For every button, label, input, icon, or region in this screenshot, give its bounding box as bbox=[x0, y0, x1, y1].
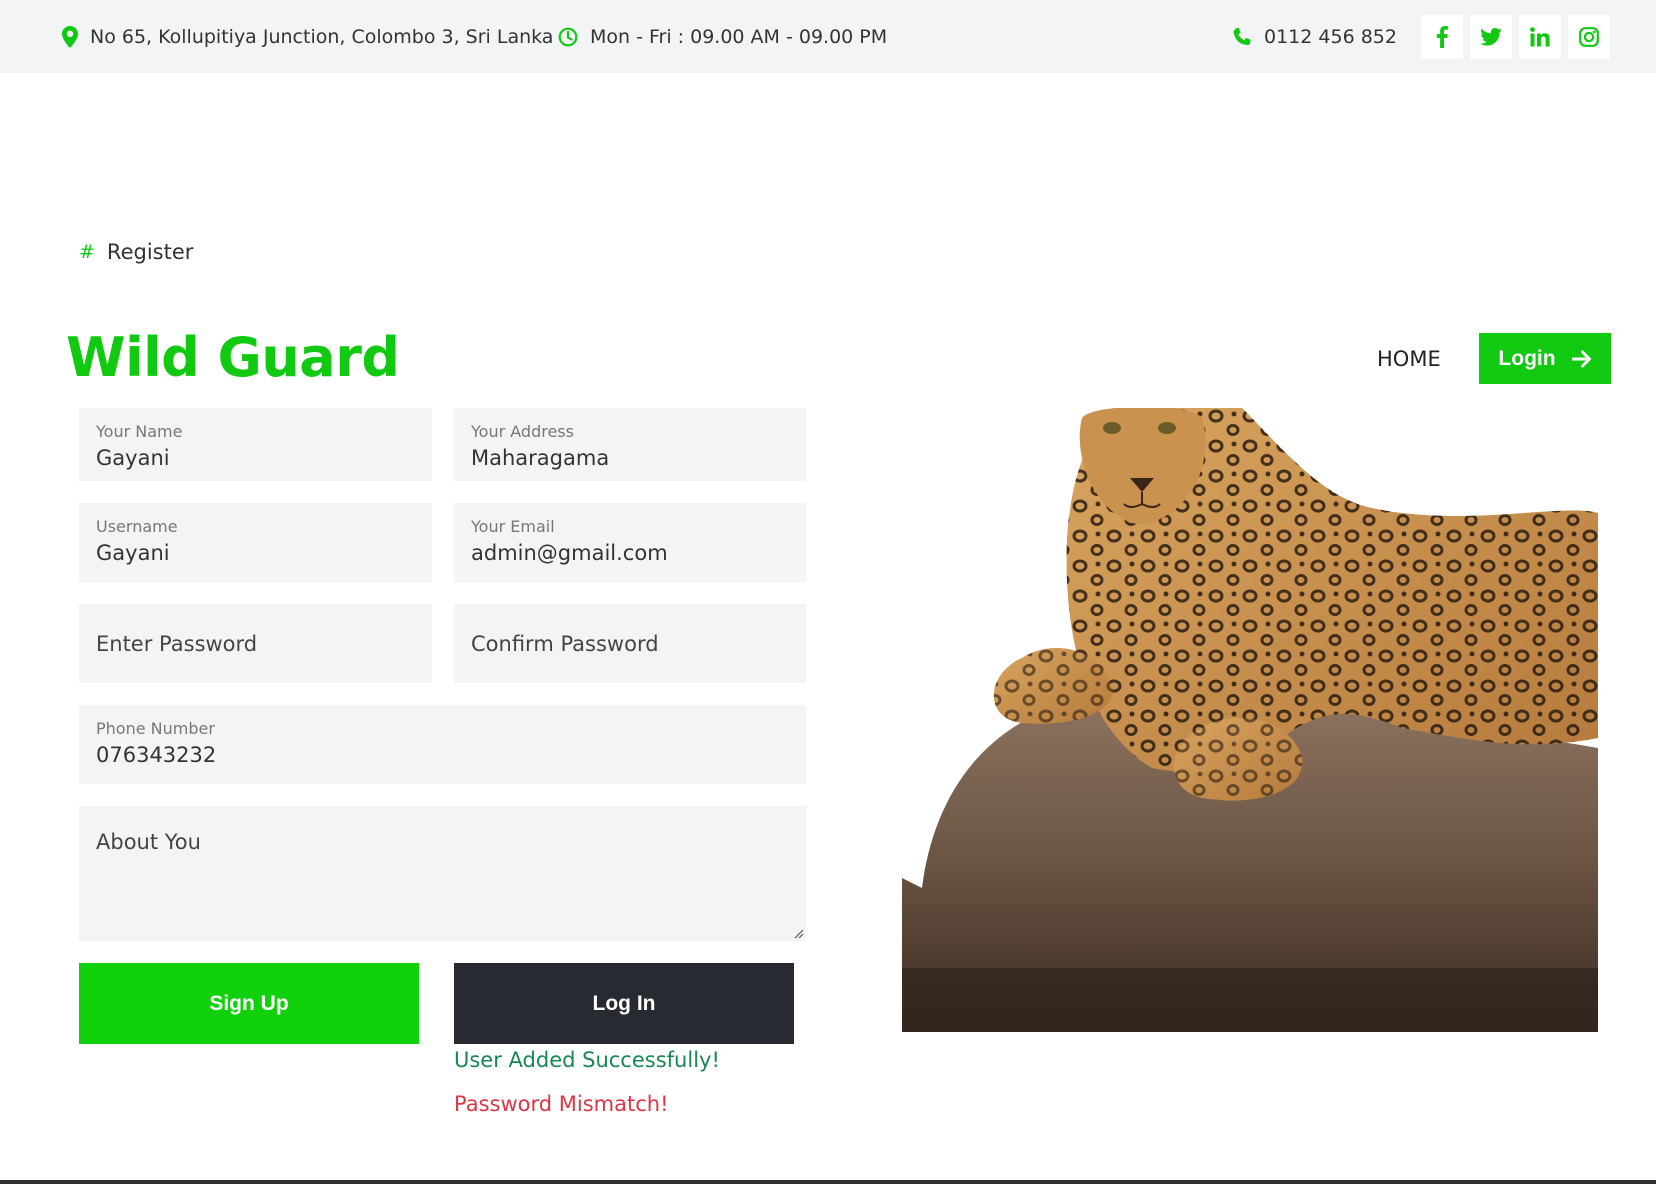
instagram-link[interactable] bbox=[1568, 15, 1610, 59]
phone-text: 0112 456 852 bbox=[1264, 25, 1397, 48]
brand-logo[interactable]: Wild Guard bbox=[66, 326, 400, 389]
breadcrumb-hash: # bbox=[79, 241, 95, 263]
instagram-icon bbox=[1579, 27, 1599, 47]
phone-number-value: 076343232 bbox=[96, 743, 217, 767]
error-message: Password Mismatch! bbox=[454, 1092, 669, 1116]
resize-grip-icon[interactable] bbox=[792, 927, 804, 939]
email-field[interactable]: Your Email admin@gmail.com bbox=[454, 503, 806, 582]
hours-info: Mon - Fri : 09.00 AM - 09.00 PM bbox=[558, 0, 887, 73]
username-label: Username bbox=[96, 517, 178, 536]
log-in-button[interactable]: Log In bbox=[454, 963, 794, 1044]
confirm-password-field[interactable]: Confirm Password bbox=[454, 604, 806, 683]
arrow-right-icon bbox=[1571, 350, 1591, 367]
address-field[interactable]: Your Address Maharagama bbox=[454, 408, 806, 481]
phone-number-label: Phone Number bbox=[96, 719, 215, 738]
address-info: No 65, Kollupitiya Junction, Colombo 3, … bbox=[62, 0, 553, 73]
facebook-icon bbox=[1436, 26, 1448, 48]
name-value: Gayani bbox=[96, 446, 170, 470]
address-label: Your Address bbox=[471, 422, 574, 441]
twitter-link[interactable] bbox=[1470, 15, 1512, 59]
top-info-bar: No 65, Kollupitiya Junction, Colombo 3, … bbox=[0, 0, 1656, 73]
facebook-link[interactable] bbox=[1421, 15, 1463, 59]
email-label: Your Email bbox=[471, 517, 555, 536]
phone-icon bbox=[1233, 27, 1251, 45]
linkedin-link[interactable] bbox=[1519, 15, 1561, 59]
nav-login-label: Login bbox=[1498, 346, 1556, 370]
success-message: User Added Successfully! bbox=[454, 1048, 720, 1072]
twitter-icon bbox=[1480, 28, 1502, 46]
nav-login-button[interactable]: Login bbox=[1479, 333, 1611, 384]
phone-info[interactable]: 0112 456 852 bbox=[1230, 0, 1397, 73]
name-label: Your Name bbox=[96, 422, 183, 441]
hours-text: Mon - Fri : 09.00 AM - 09.00 PM bbox=[590, 25, 888, 48]
breadcrumb-label: Register bbox=[106, 240, 194, 264]
username-field[interactable]: Username Gayani bbox=[79, 503, 432, 582]
breadcrumb: # Register bbox=[79, 240, 193, 264]
leopard-on-rock-image bbox=[902, 408, 1598, 1032]
navbar: Wild Guard HOME Login bbox=[0, 304, 1656, 414]
email-value: admin@gmail.com bbox=[471, 541, 668, 565]
confirm-password-placeholder: Confirm Password bbox=[471, 631, 659, 656]
location-pin-icon bbox=[62, 25, 78, 48]
name-field[interactable]: Your Name Gayani bbox=[79, 408, 432, 481]
clock-icon bbox=[558, 27, 578, 46]
address-text: No 65, Kollupitiya Junction, Colombo 3, … bbox=[90, 25, 554, 48]
password-placeholder: Enter Password bbox=[96, 631, 258, 656]
nav-home-link[interactable]: HOME bbox=[1377, 347, 1441, 371]
phone-number-field[interactable]: Phone Number 076343232 bbox=[79, 705, 806, 784]
about-you-placeholder: About You bbox=[96, 830, 201, 854]
sign-up-button[interactable]: Sign Up bbox=[79, 963, 419, 1044]
about-you-textarea[interactable]: About You bbox=[79, 806, 806, 941]
address-value: Maharagama bbox=[471, 446, 610, 470]
password-field[interactable]: Enter Password bbox=[79, 604, 432, 683]
footer-divider bbox=[0, 1180, 1656, 1184]
linkedin-icon bbox=[1530, 27, 1550, 47]
username-value: Gayani bbox=[96, 541, 170, 565]
